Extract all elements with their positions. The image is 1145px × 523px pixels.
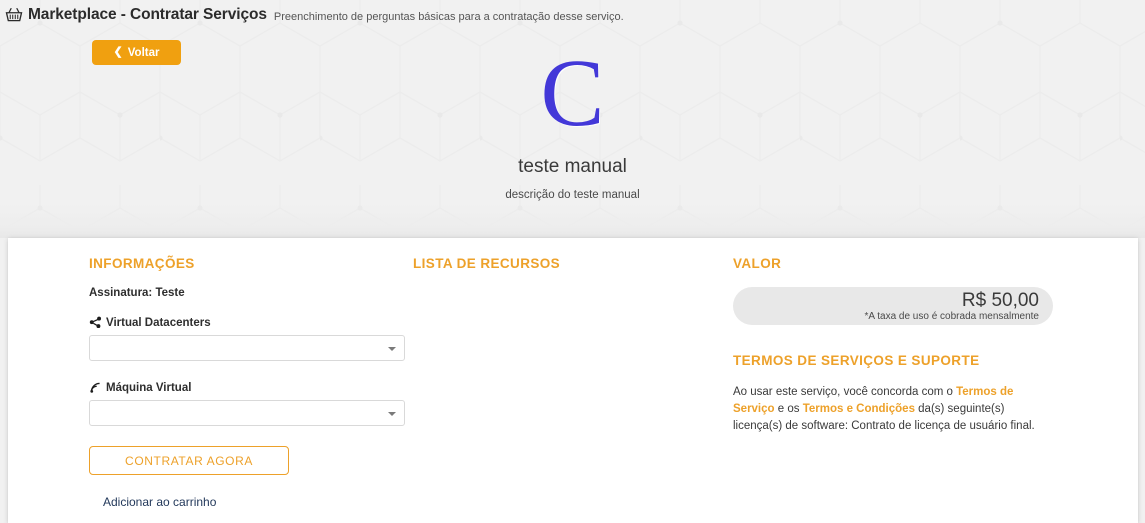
terms-text-part1: Ao usar este serviço, você concorda com … — [733, 386, 957, 398]
info-column: INFORMAÇÕES Assinatura: Teste Virtual Da… — [89, 256, 409, 511]
service-description: descrição do teste manual — [505, 189, 640, 201]
price-amount: R$ 50,00 — [961, 290, 1039, 311]
value-column: VALOR R$ 50,00 *A taxa de uso é cobrada … — [733, 256, 1063, 435]
shopping-basket-icon — [5, 7, 23, 22]
chevron-left-icon: ❮ — [113, 46, 123, 58]
select-virtual-datacenters[interactable] — [89, 335, 405, 361]
info-section-title: INFORMAÇÕES — [89, 256, 195, 271]
hero-banner: C teste manual descrição do teste manual — [0, 0, 1145, 238]
features-section-title: LISTA DE RECURSOS — [413, 256, 561, 271]
contract-now-button[interactable]: CONTRATAR AGORA — [89, 446, 289, 475]
terms-text: Ao usar este serviço, você concorda com … — [733, 384, 1051, 435]
value-section-title: VALOR — [733, 256, 782, 271]
back-button-label: Voltar — [127, 46, 160, 59]
price-note: *A taxa de uso é cobrada mensalmente — [864, 311, 1039, 322]
page-header: Marketplace - Contratar Serviços Preench… — [0, 0, 1145, 30]
page-title: Marketplace - Contratar Serviços — [28, 6, 267, 23]
service-identity: C teste manual descrição do teste manual — [0, 45, 1145, 202]
field-label-maquina-virtual: Máquina Virtual — [89, 381, 409, 394]
page-subtitle: Preenchimento de perguntas básicas para … — [273, 10, 624, 23]
field-label-text: Máquina Virtual — [106, 381, 192, 394]
back-button[interactable]: ❮ Voltar — [92, 40, 181, 65]
terms-section-title: TERMOS DE SERVIÇOS E SUPORTE — [733, 353, 980, 368]
rss-signal-icon — [90, 382, 100, 393]
terms-and-conditions-link[interactable]: Termos e Condições — [803, 403, 915, 415]
subscription-label: Assinatura: Teste — [89, 287, 185, 299]
price-box: R$ 50,00 *A taxa de uso é cobrada mensal… — [733, 287, 1053, 325]
hero-bottom-fade — [0, 204, 1145, 238]
select-maquina-virtual[interactable] — [89, 400, 405, 426]
terms-text-part2: e os — [774, 403, 803, 415]
chevron-down-icon — [388, 412, 396, 416]
field-label-text: Virtual Datacenters — [106, 316, 211, 329]
add-to-cart-link[interactable]: Adicionar ao carrinho — [103, 495, 216, 509]
chevron-down-icon — [388, 347, 396, 351]
cube-share-icon — [89, 316, 102, 329]
service-name: teste manual — [518, 156, 627, 177]
content-card: INFORMAÇÕES Assinatura: Teste Virtual Da… — [8, 238, 1138, 523]
field-label-virtual-datacenters: Virtual Datacenters — [89, 316, 409, 329]
features-column: LISTA DE RECURSOS — [413, 256, 713, 287]
